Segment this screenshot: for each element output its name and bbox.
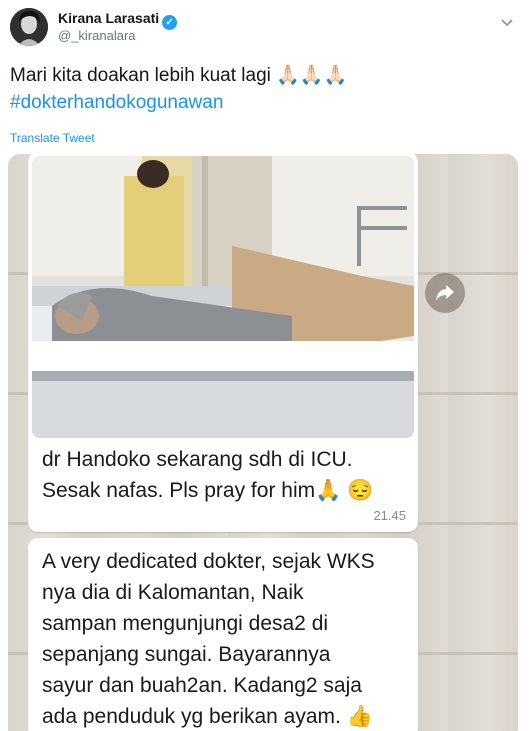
- verified-badge-icon: ✓: [162, 15, 178, 30]
- message-line: A very dedicated dokter, sejak WKS: [42, 550, 375, 573]
- avatar[interactable]: [10, 8, 48, 46]
- share-forward-icon: [436, 285, 454, 301]
- chevron-down-icon[interactable]: [499, 14, 515, 30]
- message-text: dr Handoko sekarang sdh di ICU. Sesak na…: [42, 444, 412, 506]
- user-handle[interactable]: @_kiranalara: [58, 28, 136, 43]
- translate-tweet-link[interactable]: Translate Tweet: [10, 131, 95, 145]
- message-line: sepanjang sungai. Bayarannya: [42, 643, 331, 666]
- tweet-text-line: Mari kita doakan lebih kuat lagi 🙏🏻🙏🏻🙏🏻: [10, 65, 348, 86]
- display-name[interactable]: Kirana Larasati ✓: [58, 10, 178, 30]
- chat-bubble-photo-message: dr Handoko sekarang sdh di ICU. Sesak na…: [28, 154, 418, 532]
- message-timestamp: 21.45: [373, 508, 406, 523]
- message-line: dr Handoko sekarang sdh di ICU.: [42, 448, 353, 471]
- message-line: sampan mengunjungi desa2 di: [42, 612, 329, 635]
- hashtag-link[interactable]: #dokterhandokogunawan: [10, 89, 347, 116]
- tweet-body: Mari kita doakan lebih kuat lagi 🙏🏻🙏🏻🙏🏻 …: [10, 62, 347, 116]
- message-line: nya dia di Kalomantan, Naik: [42, 581, 304, 604]
- tweet-media-image[interactable]: dr Handoko sekarang sdh di ICU. Sesak na…: [8, 154, 518, 731]
- message-line: ada penduduk yg berikan ayam. 👍: [42, 705, 373, 728]
- share-forward-button[interactable]: [425, 273, 465, 313]
- message-line: sayur dan buah2an. Kadang2 saja: [42, 674, 362, 697]
- message-text: A very dedicated dokter, sejak WKS nya d…: [42, 546, 412, 731]
- tweet-header: Kirana Larasati ✓ @_kiranalara: [0, 0, 529, 50]
- hospital-photo: [32, 156, 414, 438]
- chat-bubble-text-message: A very dedicated dokter, sejak WKS nya d…: [28, 538, 418, 731]
- message-line: Sesak nafas. Pls pray for him🙏 😔: [42, 479, 374, 502]
- display-name-text[interactable]: Kirana Larasati: [58, 10, 159, 26]
